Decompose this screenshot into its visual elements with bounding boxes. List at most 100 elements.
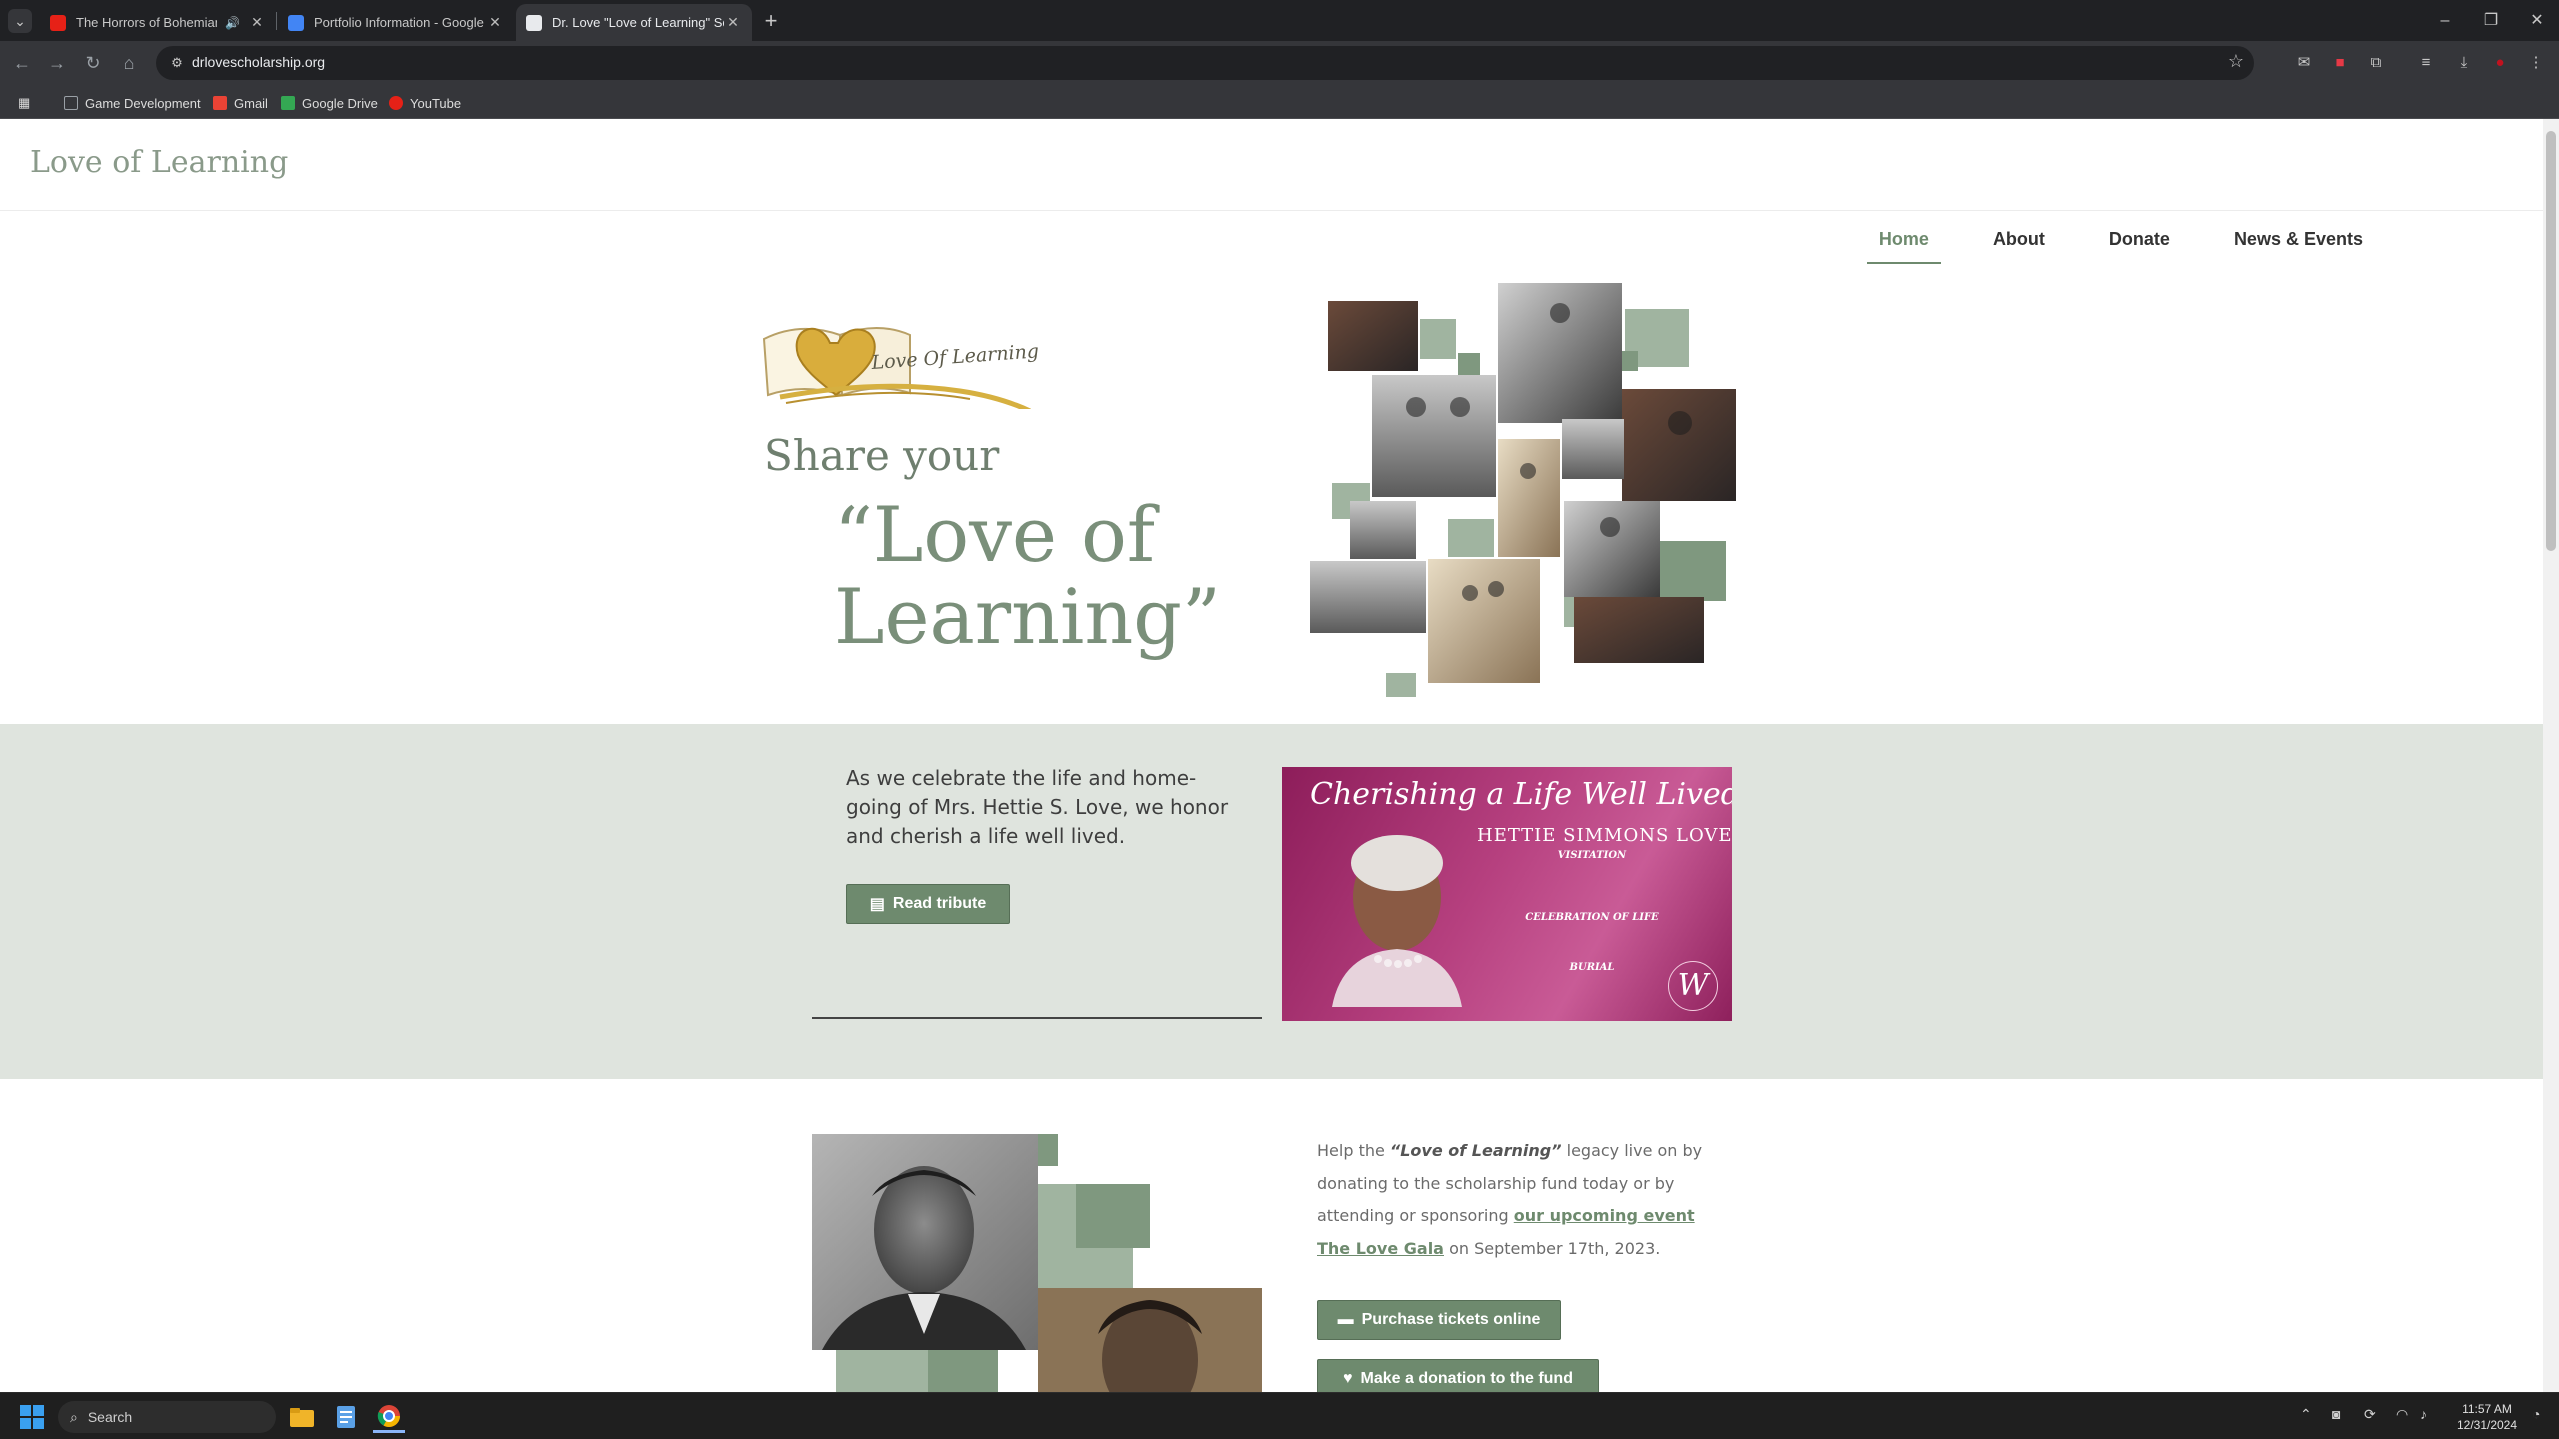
donation-appeal-text: Help the “Love of Learning” legacy live … (1317, 1141, 1703, 1258)
media-control-icon[interactable]: ≡ (2414, 51, 2438, 75)
minimize-icon[interactable]: – (2422, 6, 2468, 36)
bookmark-label: Google Drive (302, 95, 378, 111)
page-scrollbar[interactable] (2543, 119, 2559, 1392)
taskbar-search[interactable]: ⌕ Search (58, 1401, 276, 1433)
reload-icon[interactable]: ↻ (80, 50, 106, 76)
apps-grid-icon[interactable]: ▦ (18, 93, 30, 113)
extension-red-icon[interactable]: ■ (2328, 51, 2352, 75)
sync-tray-icon[interactable]: ⟳ (2364, 1406, 2376, 1423)
purchase-tickets-button[interactable]: ▬ Purchase tickets online (1317, 1300, 1561, 1340)
drive-icon (281, 96, 295, 110)
donation-hand-icon: ♥ (1343, 1370, 1353, 1387)
speaker-icon[interactable]: 🔊 (225, 16, 240, 30)
tab-divider (276, 12, 277, 30)
section-divider (812, 1017, 1262, 1019)
file-explorer-icon[interactable] (286, 1401, 318, 1433)
nav-home[interactable]: Home (1866, 229, 1941, 264)
chrome-graphic (377, 1404, 400, 1427)
hero-quote-heading: “Love of Learning” (834, 490, 1221, 661)
clock-date: 12/31/2024 (2456, 1418, 2518, 1432)
google-docs-favicon-icon (288, 14, 304, 31)
nav-donate[interactable]: Donate (2097, 229, 2182, 264)
memorial-flyer-image[interactable]: Cherishing a Life Well Lived HETTIE SIMM… (1282, 767, 1732, 1021)
gmail-icon (213, 96, 227, 110)
profile-avatar-icon[interactable]: ● (2488, 51, 2512, 75)
flyer-celebration: CELEBRATION OF LIFE (1525, 912, 1659, 923)
extension-icon[interactable]: ✉ (2292, 51, 2316, 75)
download-icon[interactable]: ⤓ (2452, 51, 2476, 75)
close-tab-icon[interactable]: ✕ (248, 14, 266, 31)
portrait-graphic (1332, 835, 1462, 1007)
search-icon: ⌕ (70, 1408, 78, 1425)
nav-about[interactable]: About (1981, 229, 2057, 264)
close-tab-icon[interactable]: ✕ (724, 14, 742, 31)
browser-menu-icon[interactable]: ⋮ (2524, 51, 2548, 75)
bookmark-youtube[interactable]: YouTube (389, 93, 461, 113)
tray-overflow-icon[interactable]: ⌃ (2300, 1406, 2312, 1423)
logo-graphic: Love Of Learning (762, 327, 1040, 414)
tab-title: Dr. Love "Love of Learning" Sc (552, 15, 724, 30)
folder-graphic (290, 1408, 314, 1427)
scrollbar-thumb[interactable] (2546, 131, 2556, 551)
make-donation-label: Make a donation to the fund (1360, 1370, 1573, 1387)
browser-toolbar: ← → ↻ ⌂ ⚙ drlovescholarship.org ☆ ✉ ■ ⧉ … (0, 41, 2559, 85)
collage-graphic (1310, 283, 1736, 697)
hero-share-heading: Share your (764, 431, 1000, 480)
tab-search-icon[interactable]: ⌄ (8, 9, 32, 33)
close-window-icon[interactable]: ✕ (2514, 6, 2559, 36)
tab-title: Portfolio Information - Google (314, 15, 484, 30)
browser-tab-bar: ⌄ The Horrors of Bohemian G 🔊 ✕ Portfoli… (0, 0, 2559, 41)
back-icon[interactable]: ← (9, 50, 35, 76)
tribute-text: As we celebrate the life and home-going … (846, 766, 1229, 848)
bookmark-google-drive[interactable]: Google Drive (281, 93, 378, 113)
purchase-tickets-label: Purchase tickets online (1361, 1311, 1541, 1328)
tab-dr-love-scholarship[interactable]: Dr. Love "Love of Learning" Sc ✕ (516, 4, 752, 41)
flyer-burial: BURIAL (1569, 962, 1615, 973)
tribute-section: As we celebrate the life and home-going … (0, 724, 2543, 1079)
volume-icon[interactable]: ♪ (2420, 1406, 2427, 1422)
funeral-home-seal: W (1668, 961, 1718, 1011)
system-clock[interactable]: 11:57 AM 12/31/2024 (2444, 1401, 2530, 1433)
wifi-icon[interactable]: ◠ (2396, 1406, 2408, 1423)
site-favicon-icon (526, 14, 542, 31)
tab-title: The Horrors of Bohemian G (76, 15, 218, 30)
bookmark-label: Gmail (234, 95, 268, 111)
main-nav: Home About Donate News & Events (1866, 229, 2375, 264)
extensions-puzzle-icon[interactable]: ⧉ (2364, 51, 2388, 75)
bookmark-game-development[interactable]: Game Development (64, 93, 201, 113)
portrait-collage-graphic (812, 1134, 1262, 1392)
bookmark-label: YouTube (410, 95, 462, 111)
youtube-icon (389, 96, 403, 110)
address-bar[interactable]: ⚙ drlovescholarship.org ☆ (156, 46, 2254, 80)
url-text[interactable]: drlovescholarship.org (192, 54, 325, 70)
clock-time: 11:57 AM (2462, 1402, 2512, 1416)
nav-news-events[interactable]: News & Events (2222, 229, 2375, 264)
forward-icon[interactable]: → (44, 50, 70, 76)
love-of-learning-emphasis: “Love of Learning” (1389, 1141, 1562, 1160)
new-tab-icon[interactable]: + (756, 6, 786, 36)
windows-taskbar: ⌕ Search ⌃ ◙ ⟳ ◠ ♪ 11:57 AM 12/31/2024 ◔ (0, 1392, 2559, 1439)
bookmark-gmail[interactable]: Gmail (213, 93, 268, 113)
tab-portfolio-information[interactable]: Portfolio Information - Google ✕ (278, 4, 514, 41)
read-tribute-button[interactable]: ▤ Read tribute (846, 884, 1010, 924)
close-tab-icon[interactable]: ✕ (486, 14, 504, 31)
flyer-headline: Cherishing a Life Well Lived (1310, 777, 1732, 812)
notepad-icon[interactable] (330, 1401, 362, 1433)
portrait-photo (1322, 827, 1472, 1007)
chrome-taskbar-icon[interactable] (373, 1401, 405, 1433)
read-tribute-label: Read tribute (892, 895, 987, 912)
windows-start-icon[interactable] (20, 1405, 44, 1429)
bookmark-star-icon[interactable]: ☆ (2228, 51, 2244, 72)
site-info-icon[interactable]: ⚙ (166, 52, 188, 74)
home-icon[interactable]: ⌂ (116, 50, 142, 76)
notification-bell-icon[interactable]: ◔ (2532, 1406, 2540, 1422)
make-donation-button[interactable]: ♥ Make a donation to the fund (1317, 1359, 1599, 1392)
ticket-icon: ▬ (1337, 1311, 1354, 1328)
restore-icon[interactable]: ❐ (2468, 6, 2514, 36)
portrait-collage (812, 1134, 1262, 1392)
discord-tray-icon[interactable]: ◙ (2332, 1406, 2340, 1422)
site-title[interactable]: Love of Learning (30, 145, 288, 180)
bookmark-label: Game Development (85, 95, 201, 111)
taskbar-search-label: Search (87, 1409, 133, 1425)
tab-horrors-of-bohemian[interactable]: The Horrors of Bohemian G 🔊 ✕ (40, 4, 276, 41)
